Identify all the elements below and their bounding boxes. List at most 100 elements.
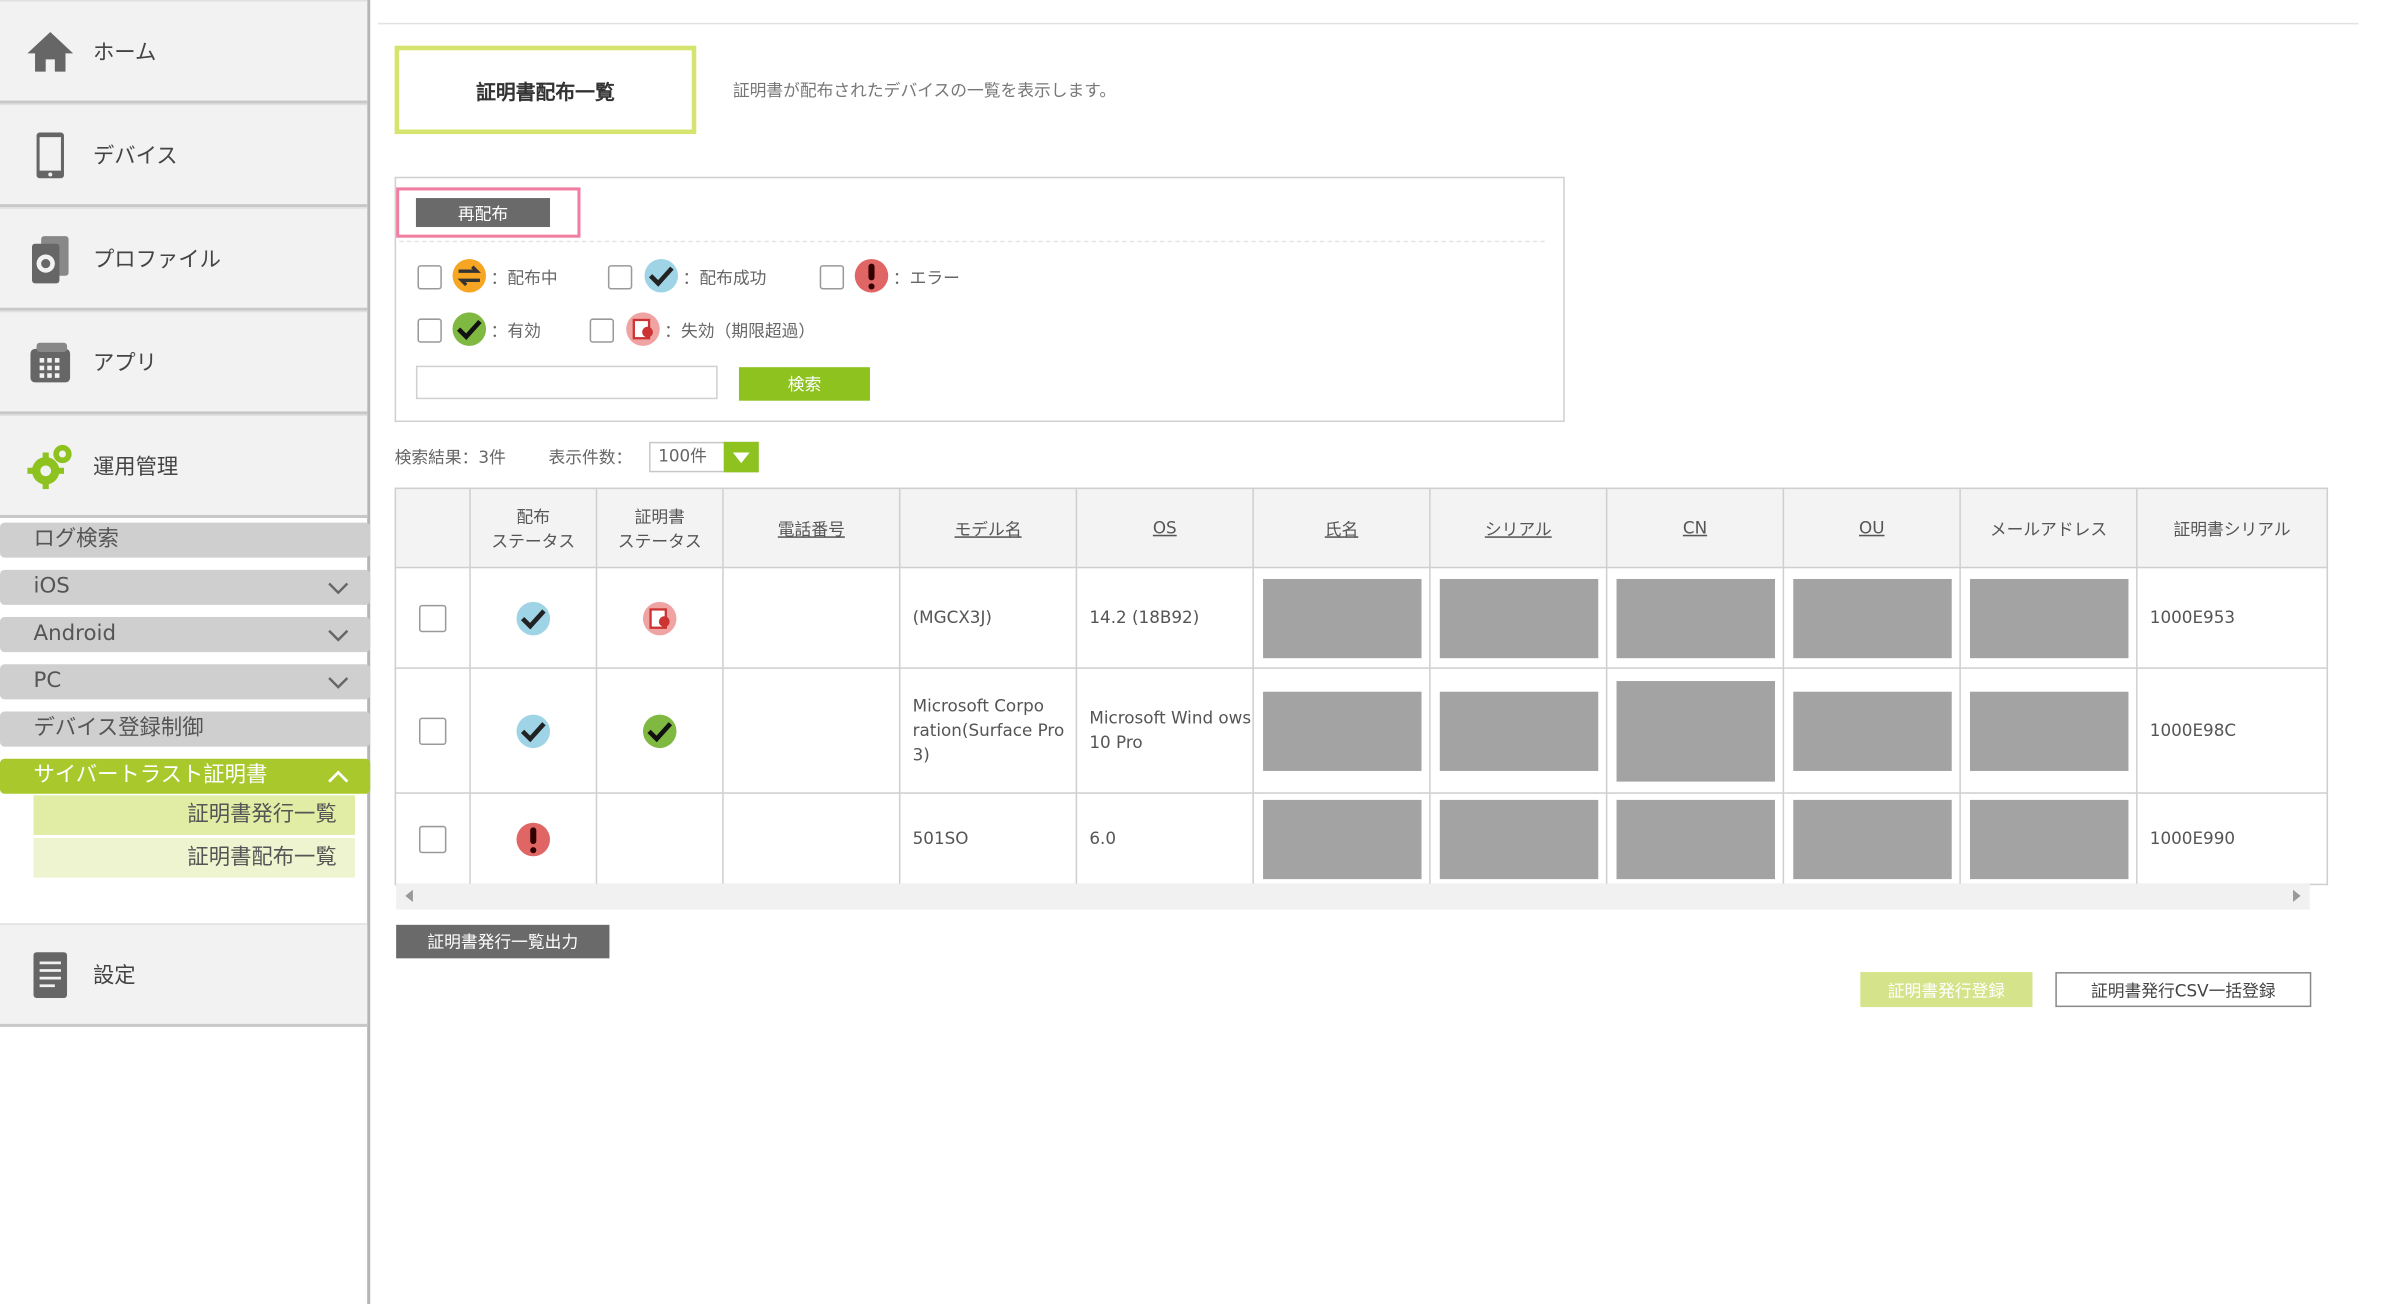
redacted-block [1439,690,1598,771]
email-cell [1959,566,2138,669]
cert-serial-cell: 1000E953 [2136,566,2329,669]
header-name[interactable]: 氏名 [1252,487,1431,569]
sidebar-item-pc[interactable]: PC [0,664,371,700]
search-input[interactable] [415,365,718,400]
export-cert-list-button[interactable]: 証明書発行一覧出力 [396,924,610,959]
table-header-row: 配布 ステータス 証明書 ステータス 電話番号 モデル名 OS 氏名 シリアル … [394,487,2329,569]
divider [377,22,2359,25]
per-page-value: 100件 [658,446,707,467]
gears-icon [27,444,72,489]
model-cell: 501SO [898,792,1078,886]
serial-cell [1429,667,1608,794]
phone-cell [722,792,901,886]
redacted-block [1615,799,1775,879]
legend-valid-label: ：有効 [490,321,541,342]
row-checkbox-cell [394,566,471,669]
header-ou[interactable]: OU [1782,487,1961,569]
per-page-label: 表示件数： [548,447,633,468]
dist-status-cell [469,792,598,886]
dropdown-arrow-icon[interactable] [723,441,759,473]
cn-cell [1605,667,1785,794]
filter-error-checkbox[interactable] [819,265,845,290]
row-checkbox-cell [394,792,471,886]
sidebar-item-cybertrust-cert[interactable]: サイバートラスト証明書 [0,758,371,794]
cert-serial-cell: 1000E990 [2136,792,2329,886]
redacted-block [1262,799,1421,879]
table-row: 501SO 6.0 1000E990 [394,792,2329,886]
csv-bulk-register-button[interactable]: 証明書発行CSV一括登録 [2055,972,2312,1008]
chevron-up-icon [328,770,349,783]
check-icon [516,601,551,635]
chevron-down-icon [328,582,349,595]
redacted-block [1615,680,1775,781]
table-row: (MGCX3J) 14.2 (18B92) 1000E953 [394,566,2329,669]
nav-settings[interactable]: 設定 [0,923,368,1027]
sidebar-item-cert-issue-list[interactable]: 証明書発行一覧 [33,795,355,835]
nav-operations[interactable]: 運用管理 [0,414,368,519]
legend-expired-label: ：失効（期限超過） [664,321,816,342]
smartphone-icon [36,131,64,178]
os-cell: 6.0 [1075,792,1254,886]
sidebar-item-ios[interactable]: iOS [0,569,371,605]
header-model[interactable]: モデル名 [898,487,1078,569]
filter-expired-checkbox[interactable] [589,318,615,343]
nav-operations-label: 運用管理 [92,454,179,480]
sidebar-item-log-search[interactable]: ログ検索 [0,522,371,558]
header-cn[interactable]: CN [1605,487,1785,569]
scroll-right-icon[interactable] [2293,889,2301,902]
nav-devices-label: デバイス [92,143,178,169]
redeploy-button[interactable]: 再配布 [415,198,551,228]
nav-apps[interactable]: アプリ [0,310,368,415]
sidebar-item-label: 証明書発行一覧 [187,802,337,828]
sidebar-item-label: Android [33,621,117,647]
document-icon [33,951,68,998]
nav-home[interactable]: ホーム [0,0,368,104]
error-icon [516,821,551,856]
filter-distributing-checkbox[interactable] [417,265,442,290]
cn-cell [1605,566,1785,669]
row-checkbox[interactable] [418,825,447,853]
expired-certificate-icon [642,601,677,635]
redacted-block [1969,799,2128,879]
sidebar-item-label: 証明書配布一覧 [187,845,337,870]
redacted-block [1439,578,1598,658]
home-icon [27,31,74,71]
os-cell: Microsoft Wind ows 10 Pro [1075,667,1254,794]
sidebar-item-android[interactable]: Android [0,617,371,653]
dist-status-cell [469,667,598,794]
redacted-block [1439,799,1598,879]
filter-valid-checkbox[interactable] [417,318,442,343]
horizontal-scrollbar[interactable] [396,883,2310,910]
header-phone[interactable]: 電話番号 [722,487,901,569]
nav-devices[interactable]: デバイス [0,103,368,208]
sidebar-item-cert-dist-list[interactable]: 証明書配布一覧 [33,837,355,878]
filter-success-checkbox[interactable] [607,265,633,290]
header-serial[interactable]: シリアル [1429,487,1608,569]
row-checkbox[interactable] [418,604,447,632]
apps-icon [30,342,71,382]
results-count: 検索結果：3件 [394,447,506,468]
nav-profiles-label: プロファイル [92,247,221,272]
row-checkbox[interactable] [418,716,447,745]
per-page-select[interactable]: 100件 [649,441,759,473]
search-button[interactable]: 検索 [738,367,870,401]
header-cert-status: 証明書 ステータス [595,487,724,569]
redacted-block [1792,799,1951,879]
redacted-block [1615,578,1775,658]
sidebar-item-device-registration[interactable]: デバイス登録制御 [0,711,371,747]
row-checkbox-cell [394,667,471,794]
sidebar-item-label: ログ検索 [33,527,119,552]
redacted-block [1969,690,2128,771]
redacted-block [1262,690,1421,771]
os-cell: 14.2 (18B92) [1075,566,1254,669]
scroll-left-icon[interactable] [405,889,413,902]
valid-check-icon [452,312,487,346]
nav-profiles[interactable]: プロファイル [0,207,368,311]
header-os[interactable]: OS [1075,487,1254,569]
email-cell [1959,667,2138,794]
header-checkbox-cell [394,487,471,569]
register-cert-button[interactable]: 証明書発行登録 [1860,972,2033,1008]
cert-status-cell [595,566,724,669]
expired-certificate-icon [626,312,660,346]
phone-cell [722,667,901,794]
